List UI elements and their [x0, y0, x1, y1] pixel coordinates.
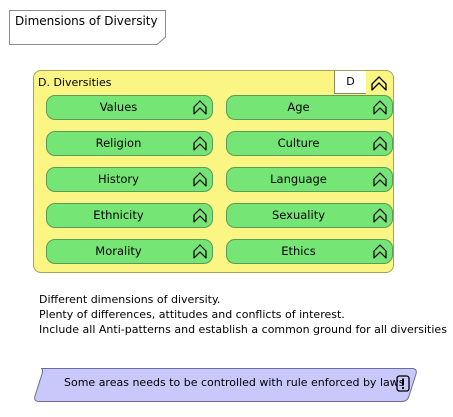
group-title: D. Diversities [38, 76, 112, 89]
group-tag: D [334, 71, 366, 94]
item-label: Language [270, 172, 327, 186]
grouping-icon [373, 136, 387, 151]
title-note-text: Dimensions of Diversity [15, 14, 158, 28]
grouping-icon [193, 244, 207, 259]
grouping-icon [193, 208, 207, 223]
item-ethnicity[interactable]: Ethnicity [46, 203, 213, 228]
item-values[interactable]: Values [46, 95, 213, 120]
item-religion[interactable]: Religion [46, 131, 213, 156]
item-label: Ethnicity [93, 208, 144, 222]
item-ethics[interactable]: Ethics [226, 239, 393, 264]
item-history[interactable]: History [46, 167, 213, 192]
constraint-text: Some areas needs to be controlled with r… [64, 376, 405, 389]
item-age[interactable]: Age [226, 95, 393, 120]
grouping-icon [371, 76, 387, 91]
item-sexuality[interactable]: Sexuality [226, 203, 393, 228]
description-line: Plenty of differences, attitudes and con… [39, 308, 345, 321]
item-morality[interactable]: Morality [46, 239, 213, 264]
grouping-icon [373, 172, 387, 187]
item-label: Culture [277, 136, 320, 150]
description-note[interactable]: Different dimensions of diversity. Plent… [39, 292, 447, 337]
item-culture[interactable]: Culture [226, 131, 393, 156]
item-label: Morality [95, 244, 142, 258]
grouping-icon [373, 100, 387, 115]
item-language[interactable]: Language [226, 167, 393, 192]
grouping-icon [373, 208, 387, 223]
item-label: Ethics [281, 244, 316, 258]
grouping-icon [193, 100, 207, 115]
description-line: Different dimensions of diversity. [39, 293, 221, 306]
description-line: Include all Anti-patterns and establish … [39, 323, 447, 336]
item-label: Sexuality [271, 208, 326, 222]
item-label: Age [287, 100, 310, 114]
grouping-icon [373, 244, 387, 259]
item-label: Values [99, 100, 138, 114]
diversities-group[interactable]: D. Diversities D Values Age Religion Cul… [33, 70, 394, 273]
grouping-icon [193, 172, 207, 187]
item-label: Religion [95, 136, 142, 150]
grouping-icon [193, 136, 207, 151]
exclamation-box-icon [396, 375, 410, 392]
item-label: History [98, 172, 139, 186]
